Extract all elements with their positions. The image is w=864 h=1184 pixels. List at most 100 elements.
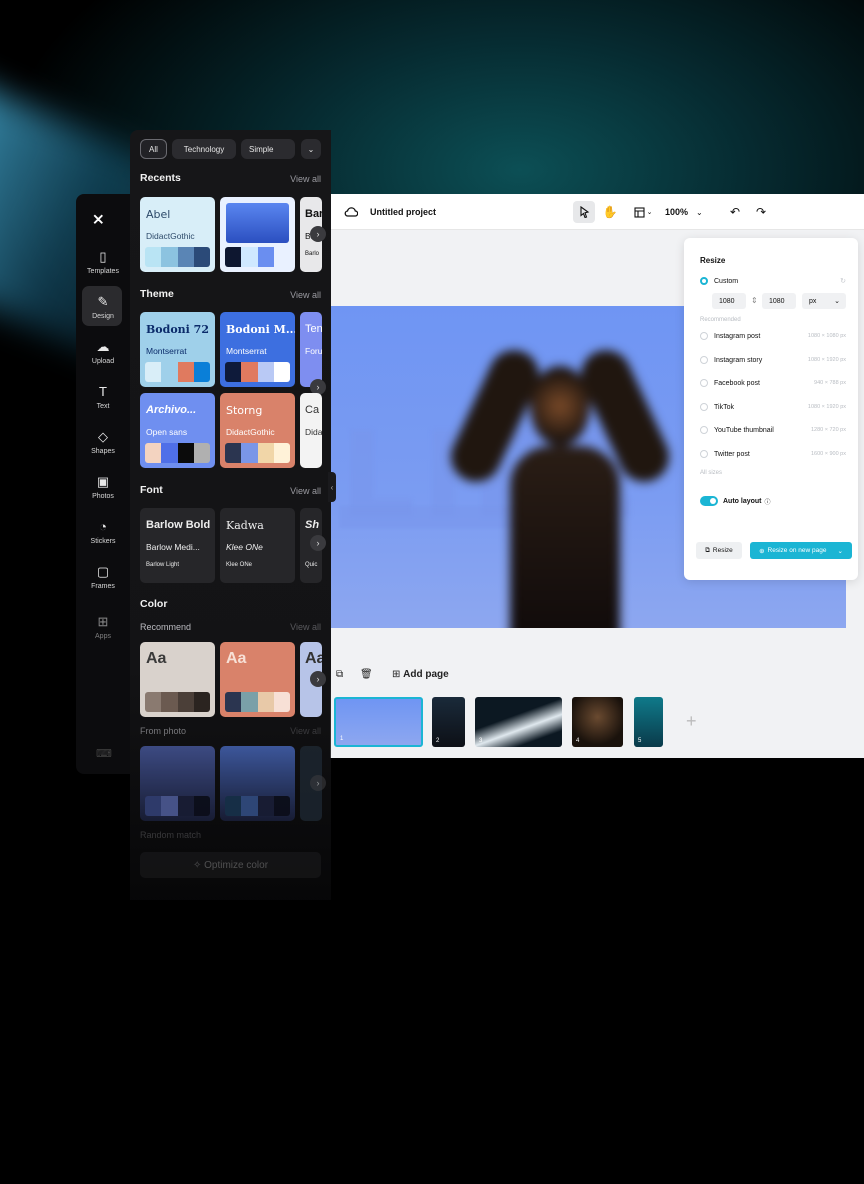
page-thumbnail[interactable]: 2 xyxy=(432,697,465,747)
recommend-view-all[interactable]: View all xyxy=(290,622,321,632)
design-icon: ✎ xyxy=(97,294,109,309)
layout-menu-button[interactable]: ⌄ xyxy=(629,201,657,223)
add-page-plus-icon[interactable]: + xyxy=(686,711,697,732)
recents-title: Recents xyxy=(140,172,181,184)
option-instagram-post[interactable]: Instagram post 1080 × 1080 px xyxy=(700,330,846,342)
add-page-button[interactable]: ⊞ Add page xyxy=(392,669,449,680)
recommend-label: Recommend xyxy=(140,622,192,632)
all-sizes-link[interactable]: All sizes xyxy=(700,470,722,476)
select-tool-button[interactable] xyxy=(573,201,595,223)
recent-card[interactable] xyxy=(220,197,295,272)
recents-view-all[interactable]: View all xyxy=(290,174,321,184)
recent-thumbnail xyxy=(226,203,289,243)
cloud-icon[interactable] xyxy=(344,194,358,230)
custom-label: Custom xyxy=(714,277,739,285)
height-input[interactable]: 1080 xyxy=(762,293,796,309)
font-view-all[interactable]: View all xyxy=(290,486,321,496)
chevron-right-icon[interactable]: › xyxy=(310,775,326,791)
unit-value: px xyxy=(809,297,817,305)
custom-option[interactable]: Custom ↻ xyxy=(700,275,846,287)
page-thumbnail[interactable]: 3 xyxy=(475,697,562,747)
info-icon[interactable]: ⓘ xyxy=(765,497,771,506)
upload-icon: ☁ xyxy=(96,339,110,354)
page-thumbnail[interactable]: 5 xyxy=(634,697,663,747)
trash-icon[interactable]: 🗑 xyxy=(360,669,373,680)
filter-chip-all[interactable]: All xyxy=(140,139,167,159)
chevron-down-icon: ⌄ xyxy=(646,209,653,216)
filter-chip-technology[interactable]: Technology xyxy=(172,139,236,159)
chevron-right-icon[interactable]: › xyxy=(310,535,326,551)
resize-on-new-page-button[interactable]: ⊕ Resize on new page ⌄ xyxy=(750,542,852,559)
theme-card[interactable]: Archivo... Open sans xyxy=(140,393,215,468)
rail-item-upload[interactable]: ☁ Upload xyxy=(76,339,130,366)
rail-item-shapes[interactable]: ◇ Shapes xyxy=(76,429,130,456)
optimize-color-button[interactable]: ✧ Optimize color xyxy=(140,852,321,878)
radio-icon xyxy=(700,277,708,285)
new-page-icon: ⊕ xyxy=(759,547,765,555)
capcut-logo-icon: ⨯ xyxy=(92,211,105,228)
magic-icon: ✧ xyxy=(192,859,202,871)
chevron-down-icon[interactable]: ⌄ xyxy=(696,194,703,230)
rail-item-stickers[interactable]: ◔ Stickers xyxy=(76,520,130,546)
unit-select[interactable]: px ⌄ xyxy=(802,293,846,309)
left-rail: ⨯ ▯ Templates ✎ Design ☁ Upload T Text ◇ Shap… xyxy=(76,194,130,774)
theme-card[interactable]: Ca Didac xyxy=(300,393,322,468)
option-youtube-thumbnail[interactable]: YouTube thumbnail 1280 × 720 px xyxy=(700,424,846,436)
hand-tool-button[interactable]: ✋ xyxy=(599,201,621,223)
redo-icon[interactable]: ↷ xyxy=(756,194,766,230)
photo-color-card[interactable] xyxy=(140,746,215,821)
recent-card[interactable]: Abel DidactGothic xyxy=(140,197,215,272)
option-tiktok[interactable]: TikTok 1080 × 1920 px xyxy=(700,401,846,413)
photos-icon: ▣ xyxy=(96,474,110,489)
shapes-icon: ◇ xyxy=(98,429,108,444)
option-facebook-post[interactable]: Facebook post 940 × 788 px xyxy=(700,377,846,389)
option-instagram-story[interactable]: Instagram story 1080 × 1920 px xyxy=(700,354,846,366)
rail-item-templates[interactable]: ▯ Templates xyxy=(76,249,130,276)
width-input[interactable]: 1080 xyxy=(712,293,746,309)
page-thumbnail[interactable]: 1 xyxy=(334,697,423,747)
undo-icon[interactable]: ↶ xyxy=(730,194,740,230)
project-title[interactable]: Untitled project xyxy=(370,194,436,230)
rail-item-text[interactable]: T Text xyxy=(76,384,130,411)
theme-card[interactable]: Bodoni M... Montserrat xyxy=(220,312,295,387)
chevron-right-icon[interactable]: › xyxy=(310,226,326,242)
font-card[interactable]: Barlow Bold Barlow Medi... Barlow Light xyxy=(140,508,215,583)
templates-icon: ▯ xyxy=(99,249,107,264)
zoom-level[interactable]: 100% xyxy=(665,194,688,230)
rail-item-design[interactable]: ✎ Design xyxy=(76,286,130,326)
theme-card[interactable]: Bodoni 72 Montserrat xyxy=(140,312,215,387)
auto-layout-toggle[interactable] xyxy=(700,496,718,506)
chevron-down-icon: ⌄ xyxy=(834,298,840,305)
collapse-panel-handle[interactable]: ‹ xyxy=(328,472,336,502)
rail-item-apps[interactable]: ⊞ Apps xyxy=(76,615,130,641)
link-ratio-icon[interactable]: ⇕ xyxy=(751,296,758,305)
page-thumbnail[interactable]: 4 xyxy=(572,697,623,747)
editor-window: Untitled project ✋ ⌄ 100% ⌄ ↶ ↷ LIFE Res… xyxy=(330,194,864,758)
from-photo-view-all[interactable]: View all xyxy=(290,726,321,736)
text-icon: T xyxy=(99,384,107,399)
top-toolbar: Untitled project ✋ ⌄ 100% ⌄ ↶ ↷ xyxy=(330,194,864,230)
design-panel: All Technology Simple ⌄ Recents View all… xyxy=(130,130,331,900)
color-title: Color xyxy=(140,598,168,610)
resize-button[interactable]: ⧉ Resize xyxy=(696,542,742,559)
color-card[interactable]: Aa xyxy=(140,642,215,717)
chevron-down-icon[interactable]: ⌄ xyxy=(301,139,321,159)
theme-card[interactable]: Ten Foru xyxy=(300,312,322,387)
filter-chip-simple[interactable]: Simple xyxy=(241,139,295,159)
theme-title: Theme xyxy=(140,288,174,300)
photo-color-card[interactable] xyxy=(220,746,295,821)
theme-card[interactable]: Storng DidactGothic xyxy=(220,393,295,468)
resize-panel: Resize Custom ↻ 1080 ⇕ 1080 px ⌄ Recommen… xyxy=(684,238,858,580)
font-card[interactable]: Kadwa Klee ONe Klee ONe xyxy=(220,508,295,583)
chevron-left-icon: ‹ xyxy=(330,482,334,492)
reset-icon[interactable]: ↻ xyxy=(840,277,846,285)
rail-item-photos[interactable]: ▣ Photos xyxy=(76,474,130,501)
keyboard-icon[interactable]: ⌨ xyxy=(96,747,112,760)
duplicate-icon[interactable]: ⧉ xyxy=(336,669,343,680)
color-card[interactable]: Aa xyxy=(220,642,295,717)
theme-view-all[interactable]: View all xyxy=(290,290,321,300)
option-twitter-post[interactable]: Twitter post 1600 × 900 px xyxy=(700,448,846,460)
rail-item-frames[interactable]: ▢ Frames xyxy=(76,565,130,591)
chevron-right-icon[interactable]: › xyxy=(310,671,326,687)
auto-layout-label: Auto layout xyxy=(723,497,762,505)
